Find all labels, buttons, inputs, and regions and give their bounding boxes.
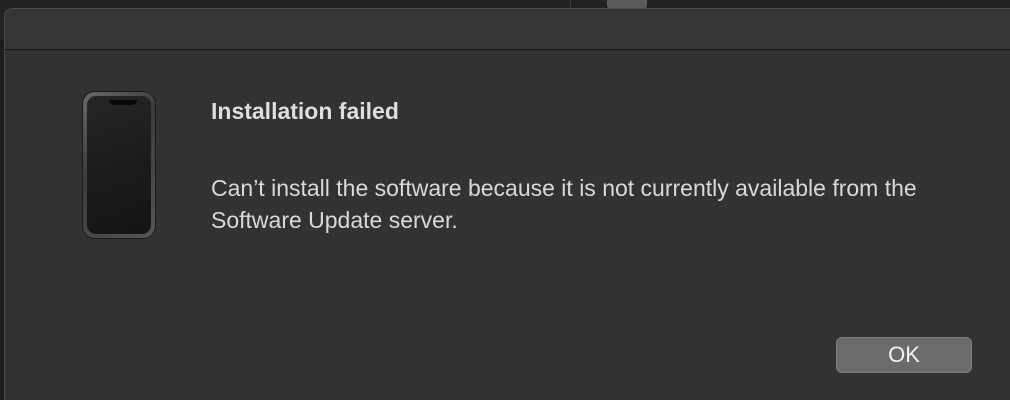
ok-button[interactable]: OK: [836, 337, 972, 373]
iphone-icon: [83, 92, 155, 238]
iphone-screen: [87, 96, 151, 234]
iphone-notch: [109, 100, 137, 105]
sheet-top-bar: [5, 9, 1010, 50]
alert-title: Installation failed: [211, 98, 399, 124]
alert-message: Can’t install the software because it is…: [211, 175, 917, 233]
alert-sheet: Installation failed Can’t install the so…: [4, 8, 1010, 400]
background-folder-icon: [607, 0, 647, 8]
